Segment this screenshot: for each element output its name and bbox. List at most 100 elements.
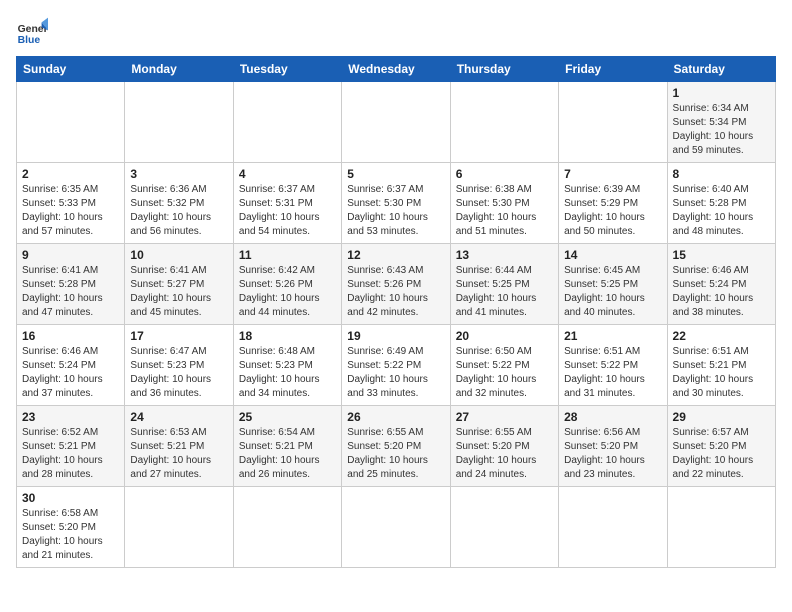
day-info: Sunrise: 6:42 AM Sunset: 5:26 PM Dayligh… <box>239 264 336 320</box>
week-row-4: 23 Sunrise: 6:52 AM Sunset: 5:21 PM Dayli… <box>17 406 776 487</box>
calendar-cell: 29Sunrise: 6:57 AM Sunset: 5:20 PM Dayli… <box>667 406 775 487</box>
calendar-cell: 14 Sunrise: 6:45 AM Sunset: 5:25 PM Dayli… <box>559 244 667 325</box>
day-info: Sunrise: 6:49 AM Sunset: 5:22 PM Dayligh… <box>347 345 444 401</box>
week-row-1: 2 Sunrise: 6:35 AM Sunset: 5:33 PM Daylig… <box>17 163 776 244</box>
day-number: 3 <box>130 167 227 181</box>
calendar-cell: 15 Sunrise: 6:46 AM Sunset: 5:24 PM Dayli… <box>667 244 775 325</box>
calendar-cell <box>125 82 233 163</box>
calendar-cell: 27Sunrise: 6:55 AM Sunset: 5:20 PM Dayli… <box>450 406 558 487</box>
day-info: Sunrise: 6:48 AM Sunset: 5:23 PM Dayligh… <box>239 345 336 401</box>
calendar-cell: 18 Sunrise: 6:48 AM Sunset: 5:23 PM Dayli… <box>233 325 341 406</box>
calendar-cell: 10 Sunrise: 6:41 AM Sunset: 5:27 PM Dayli… <box>125 244 233 325</box>
calendar-cell <box>17 82 125 163</box>
calendar-cell <box>559 82 667 163</box>
day-info: Sunrise: 6:35 AM Sunset: 5:33 PM Dayligh… <box>22 183 119 239</box>
day-info: Sunrise: 6:54 AM Sunset: 5:21 PM Dayligh… <box>239 426 336 482</box>
calendar-cell: 11Sunrise: 6:42 AM Sunset: 5:26 PM Dayli… <box>233 244 341 325</box>
day-info: Sunrise: 6:46 AM Sunset: 5:24 PM Dayligh… <box>673 264 770 320</box>
day-number: 14 <box>564 248 661 262</box>
day-number: 10 <box>130 248 227 262</box>
day-info: Sunrise: 6:37 AM Sunset: 5:31 PM Dayligh… <box>239 183 336 239</box>
day-number: 20 <box>456 329 553 343</box>
day-info: Sunrise: 6:41 AM Sunset: 5:28 PM Dayligh… <box>22 264 119 320</box>
calendar-cell: 4 Sunrise: 6:37 AM Sunset: 5:31 PM Daylig… <box>233 163 341 244</box>
calendar-cell <box>450 487 558 568</box>
calendar-cell: 23 Sunrise: 6:52 AM Sunset: 5:21 PM Dayli… <box>17 406 125 487</box>
day-number: 26 <box>347 410 444 424</box>
calendar-cell: 2 Sunrise: 6:35 AM Sunset: 5:33 PM Daylig… <box>17 163 125 244</box>
day-info: Sunrise: 6:38 AM Sunset: 5:30 PM Dayligh… <box>456 183 553 239</box>
calendar-cell: 7Sunrise: 6:39 AM Sunset: 5:29 PM Daylig… <box>559 163 667 244</box>
calendar-cell: 13Sunrise: 6:44 AM Sunset: 5:25 PM Dayli… <box>450 244 558 325</box>
day-number: 5 <box>347 167 444 181</box>
calendar-cell: 25Sunrise: 6:54 AM Sunset: 5:21 PM Dayli… <box>233 406 341 487</box>
day-number: 6 <box>456 167 553 181</box>
calendar-cell: 12Sunrise: 6:43 AM Sunset: 5:26 PM Dayli… <box>342 244 450 325</box>
calendar-cell: 30 Sunrise: 6:58 AM Sunset: 5:20 PM Dayli… <box>17 487 125 568</box>
day-number: 2 <box>22 167 119 181</box>
svg-text:Blue: Blue <box>18 35 41 46</box>
day-info: Sunrise: 6:56 AM Sunset: 5:20 PM Dayligh… <box>564 426 661 482</box>
day-info: Sunrise: 6:52 AM Sunset: 5:21 PM Dayligh… <box>22 426 119 482</box>
header-day-friday: Friday <box>559 57 667 82</box>
header-day-saturday: Saturday <box>667 57 775 82</box>
day-number: 21 <box>564 329 661 343</box>
calendar-cell: 24 Sunrise: 6:53 AM Sunset: 5:21 PM Dayli… <box>125 406 233 487</box>
day-info: Sunrise: 6:51 AM Sunset: 5:21 PM Dayligh… <box>673 345 770 401</box>
day-info: Sunrise: 6:51 AM Sunset: 5:22 PM Dayligh… <box>564 345 661 401</box>
header-day-wednesday: Wednesday <box>342 57 450 82</box>
day-info: Sunrise: 6:41 AM Sunset: 5:27 PM Dayligh… <box>130 264 227 320</box>
day-info: Sunrise: 6:55 AM Sunset: 5:20 PM Dayligh… <box>456 426 553 482</box>
calendar-cell: 9 Sunrise: 6:41 AM Sunset: 5:28 PM Daylig… <box>17 244 125 325</box>
calendar-cell: 3 Sunrise: 6:36 AM Sunset: 5:32 PM Daylig… <box>125 163 233 244</box>
day-info: Sunrise: 6:57 AM Sunset: 5:20 PM Dayligh… <box>673 426 770 482</box>
day-info: Sunrise: 6:53 AM Sunset: 5:21 PM Dayligh… <box>130 426 227 482</box>
day-number: 19 <box>347 329 444 343</box>
calendar-cell <box>125 487 233 568</box>
day-info: Sunrise: 6:55 AM Sunset: 5:20 PM Dayligh… <box>347 426 444 482</box>
day-number: 17 <box>130 329 227 343</box>
header-day-monday: Monday <box>125 57 233 82</box>
day-info: Sunrise: 6:40 AM Sunset: 5:28 PM Dayligh… <box>673 183 770 239</box>
logo: General Blue <box>16 16 48 48</box>
calendar-cell: 19 Sunrise: 6:49 AM Sunset: 5:22 PM Dayli… <box>342 325 450 406</box>
calendar-cell: 22 Sunrise: 6:51 AM Sunset: 5:21 PM Dayli… <box>667 325 775 406</box>
day-info: Sunrise: 6:58 AM Sunset: 5:20 PM Dayligh… <box>22 507 119 563</box>
day-number: 8 <box>673 167 770 181</box>
header: General Blue <box>16 16 776 48</box>
day-info: Sunrise: 6:45 AM Sunset: 5:25 PM Dayligh… <box>564 264 661 320</box>
calendar-cell: 26 Sunrise: 6:55 AM Sunset: 5:20 PM Dayli… <box>342 406 450 487</box>
calendar-cell: 21 Sunrise: 6:51 AM Sunset: 5:22 PM Dayli… <box>559 325 667 406</box>
day-number: 18 <box>239 329 336 343</box>
day-number: 9 <box>22 248 119 262</box>
day-info: Sunrise: 6:47 AM Sunset: 5:23 PM Dayligh… <box>130 345 227 401</box>
calendar-cell <box>559 487 667 568</box>
day-number: 15 <box>673 248 770 262</box>
calendar-cell: 8 Sunrise: 6:40 AM Sunset: 5:28 PM Daylig… <box>667 163 775 244</box>
calendar-cell <box>450 82 558 163</box>
day-number: 4 <box>239 167 336 181</box>
calendar-cell: 28 Sunrise: 6:56 AM Sunset: 5:20 PM Dayli… <box>559 406 667 487</box>
header-day-tuesday: Tuesday <box>233 57 341 82</box>
day-number: 24 <box>130 410 227 424</box>
day-number: 28 <box>564 410 661 424</box>
day-info: Sunrise: 6:50 AM Sunset: 5:22 PM Dayligh… <box>456 345 553 401</box>
day-number: 22 <box>673 329 770 343</box>
day-info: Sunrise: 6:34 AM Sunset: 5:34 PM Dayligh… <box>673 102 770 158</box>
day-info: Sunrise: 6:36 AM Sunset: 5:32 PM Dayligh… <box>130 183 227 239</box>
calendar-cell: 20 Sunrise: 6:50 AM Sunset: 5:22 PM Dayli… <box>450 325 558 406</box>
day-number: 23 <box>22 410 119 424</box>
header-day-sunday: Sunday <box>17 57 125 82</box>
week-row-5: 30 Sunrise: 6:58 AM Sunset: 5:20 PM Dayli… <box>17 487 776 568</box>
calendar-cell <box>233 82 341 163</box>
day-number: 13 <box>456 248 553 262</box>
day-info: Sunrise: 6:39 AM Sunset: 5:29 PM Dayligh… <box>564 183 661 239</box>
calendar-cell <box>342 82 450 163</box>
day-number: 1 <box>673 86 770 100</box>
calendar-cell: 1 Sunrise: 6:34 AM Sunset: 5:34 PM Daylig… <box>667 82 775 163</box>
calendar-cell: 17 Sunrise: 6:47 AM Sunset: 5:23 PM Dayli… <box>125 325 233 406</box>
day-info: Sunrise: 6:46 AM Sunset: 5:24 PM Dayligh… <box>22 345 119 401</box>
day-number: 30 <box>22 491 119 505</box>
day-number: 16 <box>22 329 119 343</box>
calendar-cell <box>667 487 775 568</box>
